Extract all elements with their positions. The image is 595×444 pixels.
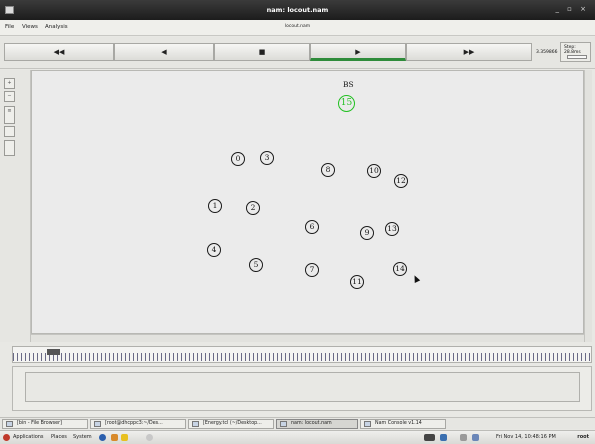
task-nam-console[interactable]: Nam Console v1.14 <box>360 419 446 429</box>
network-node[interactable]: 9 <box>360 226 374 240</box>
task-terminal[interactable]: [root@dhcppc3:~/Des... <box>90 419 186 429</box>
zoom-in-icon[interactable]: + <box>4 78 15 89</box>
network-node[interactable]: 0 <box>231 152 245 166</box>
step-slider[interactable] <box>567 55 587 59</box>
marker-icon[interactable] <box>4 140 15 156</box>
terminal-icon <box>94 421 101 427</box>
task-energy-tcl[interactable]: [Energy.tcl (~/Desktop... <box>188 419 274 429</box>
nam-console-icon <box>364 421 371 427</box>
window-titlebar: nam: locout.nam _ ▫ × <box>0 0 595 20</box>
rewind-button[interactable]: ◀ <box>114 43 214 61</box>
nam-window-icon <box>280 421 287 427</box>
annotation-panel <box>12 366 592 411</box>
volume-icon[interactable] <box>460 434 467 441</box>
gnome-panel: Applications Places System Fri Nov 14, 1… <box>0 430 595 444</box>
network-node[interactable]: 7 <box>305 263 319 277</box>
folder-icon <box>6 421 13 427</box>
rewind-fast-button[interactable]: ◀◀ <box>4 43 114 61</box>
annotation-list[interactable] <box>25 372 580 402</box>
places-menu[interactable]: Places <box>51 434 67 440</box>
network-node[interactable]: 8 <box>321 163 335 177</box>
gnome-foot-icon <box>3 434 10 441</box>
timeline-marker[interactable] <box>47 349 60 355</box>
applications-menu[interactable]: Applications <box>13 434 44 440</box>
file-name-label: locout.nam <box>284 24 311 29</box>
network-node[interactable]: 2 <box>246 201 260 215</box>
network-canvas[interactable] <box>31 70 584 334</box>
edit-icon[interactable] <box>4 126 15 137</box>
stop-button[interactable]: ■ <box>214 43 310 61</box>
horizontal-scrollbar[interactable] <box>31 334 584 342</box>
left-toolbar: + − ≡ <box>0 70 31 342</box>
window-title: nam: locout.nam <box>266 6 329 14</box>
playback-controls: ◀◀ ◀ ■ ▶ ▶▶ 3.359866 Step: 28.8ms <box>0 37 595 69</box>
label-icon[interactable]: ≡ <box>4 106 15 124</box>
network-icon[interactable] <box>472 434 479 441</box>
clock[interactable]: Fri Nov 14, 10:48:16 PM <box>496 434 556 440</box>
vertical-scrollbar[interactable] <box>584 70 592 342</box>
network-node[interactable]: 5 <box>249 258 263 272</box>
zoom-out-icon[interactable]: − <box>4 91 15 102</box>
network-node[interactable]: 14 <box>393 262 407 276</box>
help-icon[interactable] <box>146 434 153 441</box>
timeline-slider[interactable] <box>12 346 592 363</box>
notes-icon[interactable] <box>121 434 128 441</box>
window-taskbar: [bin - File Browser] [root@dhcppc3:~/Des… <box>0 417 595 429</box>
user-name[interactable]: root <box>577 434 589 440</box>
network-node[interactable]: 1 <box>208 199 222 213</box>
window-controls[interactable]: _ ▫ × <box>555 5 589 13</box>
step-control[interactable]: Step: 28.8ms <box>560 42 591 62</box>
task-nam-locout[interactable]: nam: locout.nam <box>276 419 358 429</box>
updates-icon[interactable] <box>440 434 447 441</box>
network-node[interactable]: 11 <box>350 275 364 289</box>
mail-icon[interactable] <box>111 434 118 441</box>
task-file-browser[interactable]: [bin - File Browser] <box>2 419 88 429</box>
menubar: File Views Analysis locout.nam <box>0 20 595 36</box>
text-editor-icon <box>192 421 199 427</box>
network-node[interactable]: 4 <box>207 243 221 257</box>
play-button[interactable]: ▶ <box>310 43 406 61</box>
system-menu[interactable]: System <box>73 434 92 440</box>
browser-icon[interactable] <box>99 434 106 441</box>
network-node[interactable]: 12 <box>394 174 408 188</box>
network-node[interactable]: 3 <box>260 151 274 165</box>
forward-fast-button[interactable]: ▶▶ <box>406 43 532 61</box>
network-node[interactable]: 10 <box>367 164 381 178</box>
step-label: Step: 28.8ms <box>564 45 581 55</box>
base-station-node[interactable]: 15 <box>338 95 355 112</box>
network-monitor-icon <box>424 434 435 441</box>
network-node[interactable]: 6 <box>305 220 319 234</box>
network-node[interactable]: 13 <box>385 222 399 236</box>
base-station-label: BS <box>343 80 354 89</box>
current-time: 3.359866 <box>536 50 558 55</box>
